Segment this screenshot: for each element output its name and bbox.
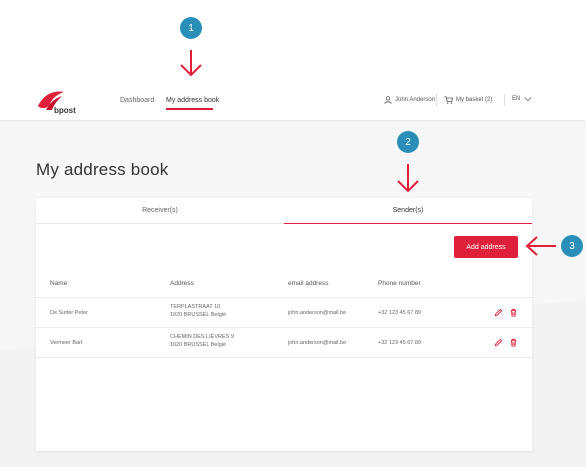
chevron-down-icon bbox=[524, 97, 532, 102]
edit-icon[interactable] bbox=[494, 338, 503, 347]
callout-badge-2: 2 bbox=[397, 131, 419, 153]
delete-icon[interactable] bbox=[509, 308, 518, 317]
row-actions bbox=[494, 338, 518, 347]
column-header-name: Name bbox=[50, 280, 68, 287]
table-divider bbox=[36, 327, 532, 328]
column-header-phone: Phone number bbox=[378, 280, 421, 287]
edit-icon[interactable] bbox=[494, 308, 503, 317]
language-label: EN bbox=[512, 96, 521, 102]
page-title: My address book bbox=[36, 160, 169, 179]
row-email: john.anderson@mail.be bbox=[288, 340, 347, 346]
table-divider bbox=[36, 357, 532, 358]
nav-dashboard[interactable]: Dashboard bbox=[120, 97, 154, 104]
basket-icon bbox=[444, 96, 453, 104]
address-book-card: Receiver(s) Sender(s) Add address Name A… bbox=[36, 198, 532, 451]
user-icon bbox=[384, 96, 392, 104]
arrow-down-icon bbox=[397, 164, 419, 193]
callout-badge-1: 1 bbox=[180, 17, 202, 39]
callout-badge-3: 3 bbox=[561, 235, 583, 257]
arrow-down-icon bbox=[180, 50, 202, 77]
column-header-email: email address bbox=[288, 280, 329, 287]
row-name: Vermeer Bart bbox=[50, 340, 83, 346]
arrow-left-icon bbox=[525, 236, 556, 256]
add-address-button[interactable]: Add address bbox=[454, 236, 518, 258]
header-divider bbox=[504, 94, 505, 106]
user-menu[interactable]: John Anderson bbox=[384, 96, 435, 104]
user-name: John Anderson bbox=[395, 97, 436, 103]
row-email: john.anderson@mail.be bbox=[288, 310, 347, 316]
tab-senders[interactable]: Sender(s) bbox=[284, 198, 532, 224]
language-selector[interactable]: EN bbox=[512, 96, 532, 102]
row-address-line2: 1020 BRUSSEL België bbox=[170, 342, 227, 348]
header-divider bbox=[436, 94, 437, 106]
nav-address-book[interactable]: My address book bbox=[166, 97, 219, 104]
basket-link[interactable]: My basket (2) bbox=[444, 96, 492, 104]
tab-receivers[interactable]: Receiver(s) bbox=[36, 198, 284, 224]
table-divider bbox=[36, 297, 532, 298]
row-phone: +32 123 45 67 89 bbox=[378, 340, 421, 346]
row-phone: +32 123 45 67 89 bbox=[378, 310, 421, 316]
active-nav-indicator bbox=[166, 108, 213, 110]
row-name: De Sutter Peter bbox=[50, 310, 88, 316]
row-address-line1: TERPLASTRAAT 10 bbox=[170, 304, 221, 310]
row-address-line1: CHEMIN DES LIÈVRES 9 bbox=[170, 334, 234, 340]
row-address-line2: 1020 BRUSSEL België bbox=[170, 312, 227, 318]
logo-text: bpost bbox=[54, 106, 76, 115]
basket-label: My basket (2) bbox=[456, 97, 493, 103]
row-actions bbox=[494, 308, 518, 317]
delete-icon[interactable] bbox=[509, 338, 518, 347]
column-header-address: Address bbox=[170, 280, 194, 287]
top-header: bpost Dashboard My address book John And… bbox=[0, 84, 586, 120]
